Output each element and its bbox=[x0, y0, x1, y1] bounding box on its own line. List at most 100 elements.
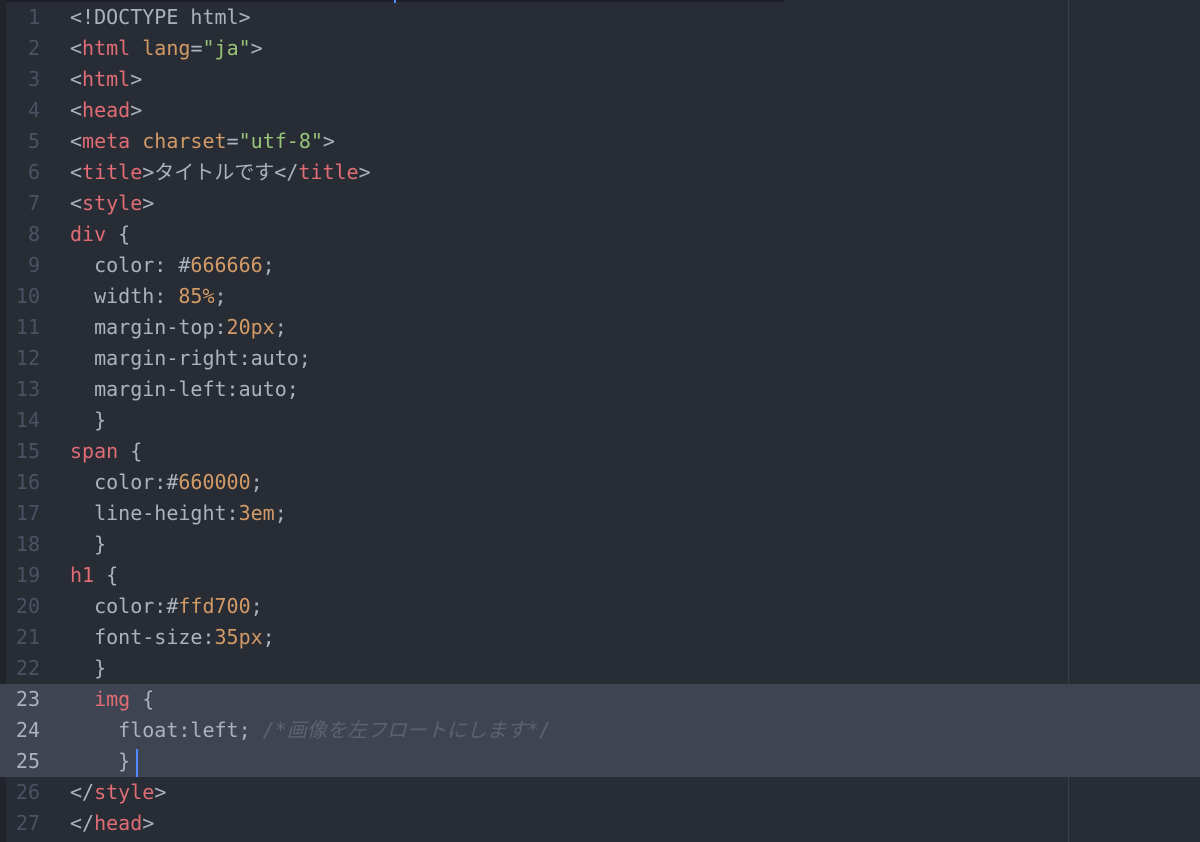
code-token: color: bbox=[70, 594, 167, 618]
code-token: } bbox=[70, 749, 131, 773]
code-line[interactable]: 19 h1 { bbox=[0, 560, 1200, 591]
code-token: meta bbox=[82, 129, 131, 153]
code-line[interactable]: 14 } bbox=[0, 405, 1200, 436]
code-line[interactable]: 18 } bbox=[0, 529, 1200, 560]
code-token: margin-right:auto; bbox=[70, 346, 311, 370]
code-lines[interactable]: 1 <!DOCTYPE html> 2 <html lang="ja"> 3 <html>… bbox=[0, 2, 1200, 839]
line-code[interactable]: margin-right:auto; bbox=[70, 343, 311, 374]
code-token: > bbox=[250, 36, 263, 60]
line-code[interactable]: font-size:35px; bbox=[70, 622, 275, 653]
code-token: > bbox=[130, 98, 143, 122]
line-code[interactable]: } bbox=[70, 746, 139, 777]
code-token: float:left; bbox=[70, 718, 263, 742]
code-line[interactable]: 6 <title>タイトルです</title> bbox=[0, 157, 1200, 188]
code-token: style bbox=[82, 191, 143, 215]
line-number: 11 bbox=[15, 315, 40, 339]
code-token: = bbox=[226, 129, 239, 153]
code-line[interactable]: 23 img { bbox=[0, 684, 1200, 715]
line-code[interactable]: width: 85%; bbox=[70, 281, 226, 312]
line-number: 3 bbox=[27, 67, 40, 91]
code-line[interactable]: 17 line-height:3em; bbox=[0, 498, 1200, 529]
code-token: h1 bbox=[70, 563, 95, 587]
line-code[interactable]: </style> bbox=[70, 777, 166, 808]
line-code[interactable]: div { bbox=[70, 219, 130, 250]
line-code[interactable]: <html> bbox=[70, 64, 142, 95]
code-line[interactable]: 7 <style> bbox=[0, 188, 1200, 219]
line-code[interactable]: margin-top:20px; bbox=[70, 312, 287, 343]
line-number: 10 bbox=[15, 284, 40, 308]
code-token: { bbox=[118, 439, 143, 463]
line-code[interactable]: </head> bbox=[70, 808, 154, 839]
code-token: < bbox=[70, 36, 83, 60]
line-code[interactable]: <style> bbox=[70, 188, 154, 219]
code-token: 3em bbox=[238, 501, 275, 525]
code-line[interactable]: 2 <html lang="ja"> bbox=[0, 33, 1200, 64]
line-code[interactable]: h1 { bbox=[70, 560, 118, 591]
line-number: 22 bbox=[15, 656, 40, 680]
code-line[interactable]: 15 span { bbox=[0, 436, 1200, 467]
line-number: 19 bbox=[15, 563, 40, 587]
line-number: 2 bbox=[27, 36, 40, 60]
code-token: color: bbox=[70, 253, 179, 277]
code-token: img bbox=[94, 687, 131, 711]
code-token: <!DOCTYPE html> bbox=[70, 5, 251, 29]
code-token: # bbox=[166, 470, 179, 494]
line-code[interactable]: margin-left:auto; bbox=[70, 374, 299, 405]
code-line[interactable]: 24 float:left; /*画像を左フロートにします*/ bbox=[0, 715, 1200, 746]
code-line[interactable]: 21 font-size:35px; bbox=[0, 622, 1200, 653]
line-code[interactable]: color:#ffd700; bbox=[70, 591, 263, 622]
line-number: 12 bbox=[15, 346, 40, 370]
line-code[interactable]: <!DOCTYPE html> bbox=[70, 2, 251, 33]
code-line[interactable]: 1 <!DOCTYPE html> bbox=[0, 2, 1200, 33]
code-token: font-size: bbox=[70, 625, 215, 649]
code-line[interactable]: 8 div { bbox=[0, 219, 1200, 250]
code-line[interactable]: 25 } bbox=[0, 746, 1200, 777]
line-number: 25 bbox=[15, 749, 40, 773]
line-code[interactable]: } bbox=[70, 405, 106, 436]
code-token: < bbox=[70, 191, 83, 215]
code-line[interactable]: 10 width: 85%; bbox=[0, 281, 1200, 312]
code-token: 20px bbox=[226, 315, 275, 339]
line-code[interactable]: <meta charset="utf-8"> bbox=[70, 126, 335, 157]
code-line[interactable]: 11 margin-top:20px; bbox=[0, 312, 1200, 343]
line-number: 26 bbox=[15, 780, 40, 804]
code-token: ffd700 bbox=[178, 594, 251, 618]
line-code[interactable]: <html lang="ja"> bbox=[70, 33, 263, 64]
line-code[interactable]: span { bbox=[70, 436, 142, 467]
code-line[interactable]: 4 <head> bbox=[0, 95, 1200, 126]
line-code[interactable]: } bbox=[70, 653, 106, 684]
code-line[interactable]: 20 color:#ffd700; bbox=[0, 591, 1200, 622]
line-code[interactable]: } bbox=[70, 529, 106, 560]
code-line[interactable]: 12 margin-right:auto; bbox=[0, 343, 1200, 374]
line-code[interactable]: float:left; /*画像を左フロートにします*/ bbox=[70, 715, 551, 746]
code-line[interactable]: 16 color:#660000; bbox=[0, 467, 1200, 498]
line-number: 1 bbox=[27, 5, 40, 29]
code-token: html bbox=[82, 67, 131, 91]
code-token: } bbox=[70, 656, 107, 680]
code-line[interactable]: 13 margin-left:auto; bbox=[0, 374, 1200, 405]
line-code[interactable]: img { bbox=[70, 684, 154, 715]
line-code[interactable]: <title>タイトルです</title> bbox=[70, 157, 371, 188]
code-token: } bbox=[70, 408, 107, 432]
line-code[interactable]: color: #666666; bbox=[70, 250, 275, 281]
line-code[interactable]: <head> bbox=[70, 95, 142, 126]
line-number: 20 bbox=[15, 594, 40, 618]
code-line[interactable]: 3 <html> bbox=[0, 64, 1200, 95]
line-code[interactable]: color:#660000; bbox=[70, 467, 263, 498]
line-number: 8 bbox=[27, 222, 40, 246]
line-code[interactable]: line-height:3em; bbox=[70, 498, 287, 529]
code-line[interactable]: 5 <meta charset="utf-8"> bbox=[0, 126, 1200, 157]
code-line[interactable]: 27 </head> bbox=[0, 808, 1200, 839]
code-line[interactable]: 22 } bbox=[0, 653, 1200, 684]
line-number: 24 bbox=[15, 718, 40, 742]
code-token: </ bbox=[70, 780, 95, 804]
line-number: 5 bbox=[27, 129, 40, 153]
code-editor[interactable]: 1 <!DOCTYPE html> 2 <html lang="ja"> 3 <html>… bbox=[0, 0, 1200, 842]
code-line[interactable]: 9 color: #666666; bbox=[0, 250, 1200, 281]
code-token: color: bbox=[70, 470, 167, 494]
code-token: title bbox=[82, 160, 143, 184]
code-token: { bbox=[106, 222, 131, 246]
code-line[interactable]: 26 </style> bbox=[0, 777, 1200, 808]
